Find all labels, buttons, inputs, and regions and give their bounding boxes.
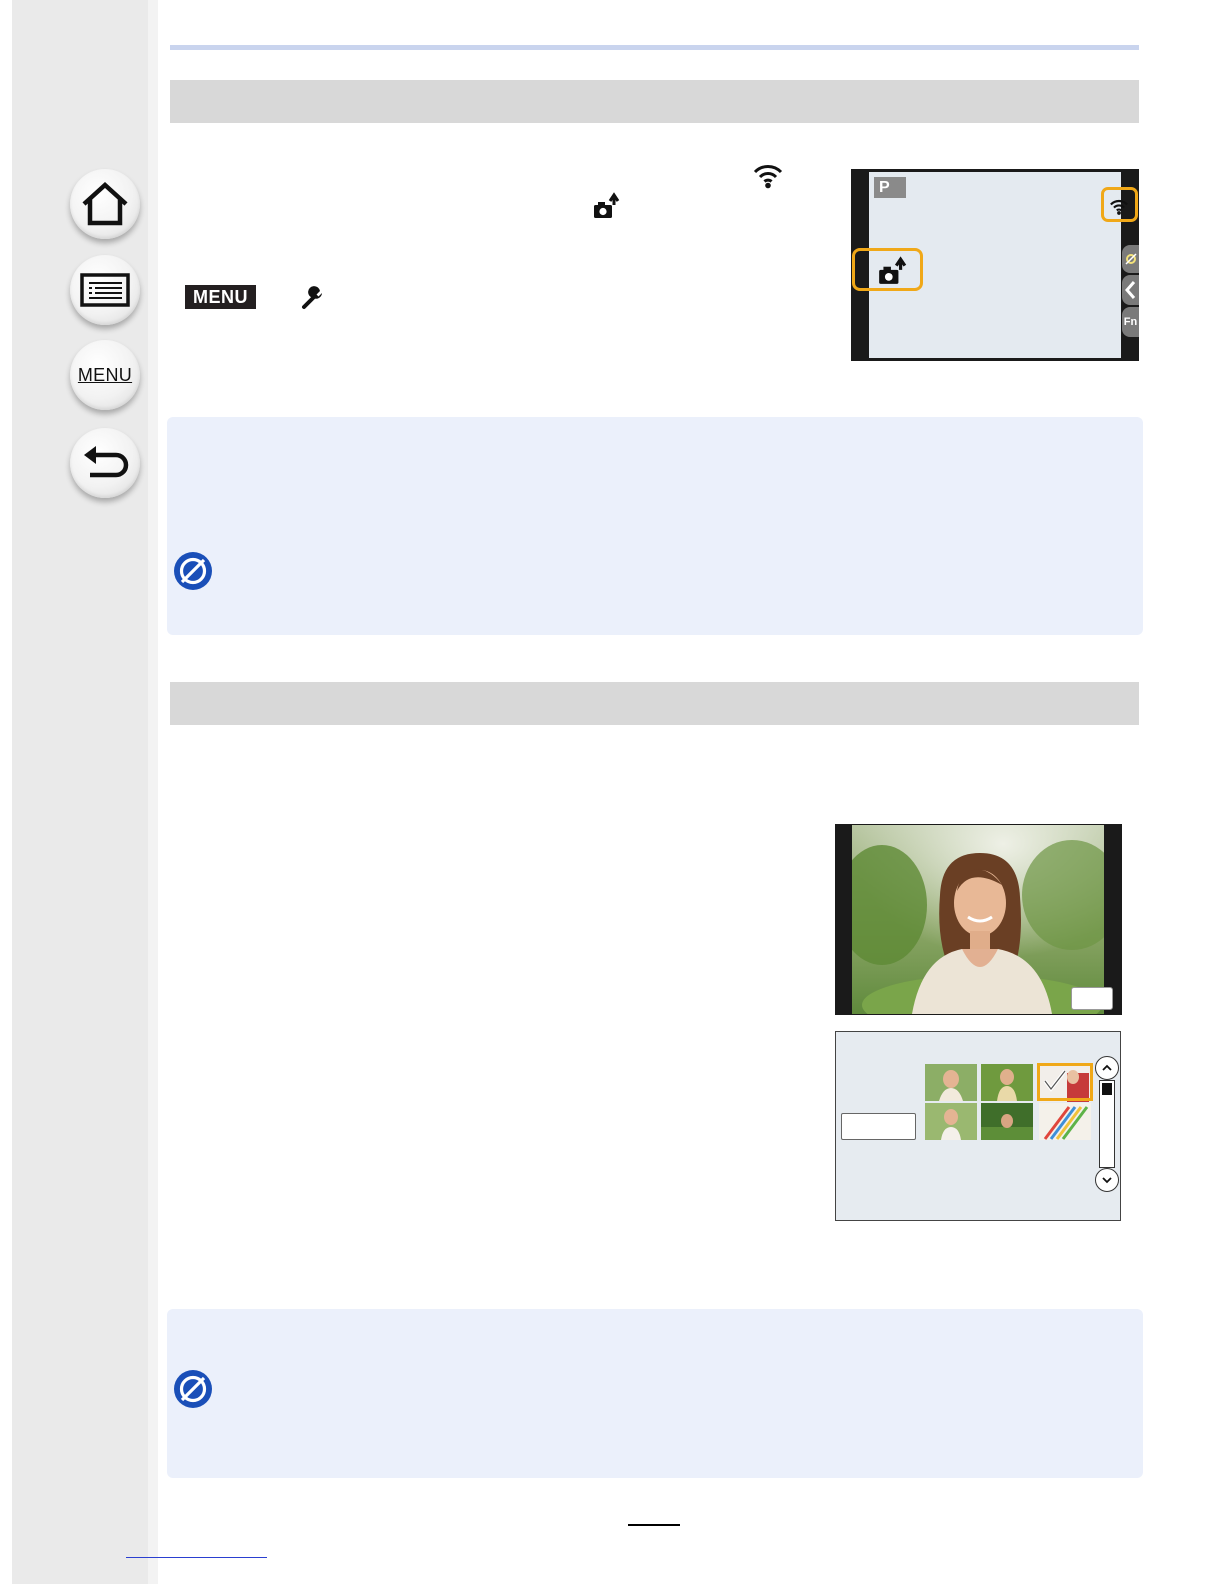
menu-badge: MENU [185, 285, 256, 309]
side-tab-fn: Fn [1122, 307, 1139, 337]
scroll-up-button[interactable] [1095, 1056, 1119, 1080]
playback-button[interactable] [1071, 987, 1113, 1010]
recording-mode-indicator: P [874, 177, 906, 198]
thumbnail[interactable] [981, 1064, 1033, 1101]
not-available-icon [174, 1370, 212, 1408]
menu-button-label: MENU [77, 364, 133, 385]
chevron-down-icon [1102, 1177, 1112, 1184]
scrollbar-thumb[interactable] [1102, 1083, 1112, 1095]
thumbnail[interactable] [925, 1103, 977, 1140]
wrench-icon [302, 286, 322, 309]
side-tab-effect [1122, 245, 1139, 273]
note-box [167, 417, 1143, 635]
image-selection-illustration [835, 1031, 1121, 1221]
wifi-highlight [1101, 187, 1138, 222]
section-header-bar [170, 80, 1139, 123]
scroll-down-button[interactable] [1095, 1168, 1119, 1192]
selection-highlight [1037, 1063, 1093, 1101]
footer-link-underline[interactable] [126, 1557, 267, 1558]
section-header-bar-2 [170, 682, 1139, 725]
page-number-underline [628, 1524, 680, 1526]
wifi-icon [753, 165, 783, 189]
chevron-up-icon [1102, 1064, 1112, 1071]
menu-button[interactable]: MENU [70, 340, 140, 410]
not-available-icon [174, 552, 212, 590]
note-box-2 [167, 1309, 1143, 1478]
sidebar-edge [148, 0, 158, 1584]
scrollbar[interactable] [1099, 1080, 1115, 1168]
thumbnail[interactable] [1039, 1103, 1091, 1140]
effect-icon [1125, 253, 1137, 265]
upload-highlight [852, 248, 923, 291]
contents-button[interactable] [70, 255, 140, 325]
chevron-left-icon [1125, 281, 1136, 299]
home-button[interactable] [70, 169, 140, 239]
table-of-contents-icon [80, 273, 130, 307]
camera-upload-icon [594, 192, 620, 218]
return-arrow-icon [84, 446, 129, 478]
header-rule [170, 45, 1139, 50]
thumbnail[interactable] [925, 1064, 977, 1101]
portrait-photo [852, 825, 1104, 1014]
side-tab-arrow [1122, 275, 1139, 305]
back-button[interactable] [70, 428, 140, 498]
home-icon [82, 181, 128, 226]
left-sidebar [12, 0, 158, 1584]
thumbnail[interactable] [981, 1103, 1033, 1140]
set-button[interactable] [841, 1113, 916, 1140]
